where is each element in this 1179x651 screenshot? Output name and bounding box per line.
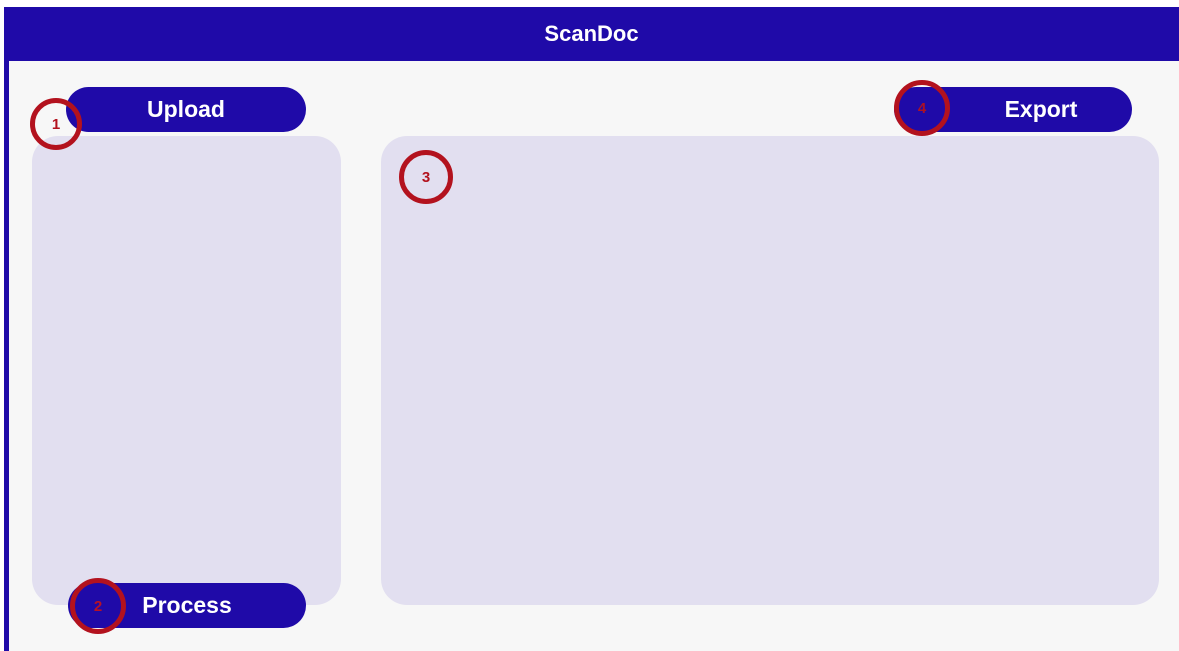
annotation-marker-2: 2	[70, 578, 126, 634]
export-button-label: Export	[1004, 96, 1078, 122]
title-bar: ScanDoc	[4, 7, 1179, 61]
annotation-marker-1-label: 1	[51, 115, 61, 133]
annotation-marker-4: 4	[894, 80, 950, 136]
annotation-marker-1: 1	[30, 98, 82, 150]
upload-button[interactable]: Upload	[66, 87, 306, 132]
annotation-marker-2-label: 2	[93, 597, 103, 615]
document-preview-panel[interactable]	[381, 136, 1159, 605]
annotation-marker-4-label: 4	[917, 99, 927, 117]
document-list-panel[interactable]	[32, 136, 341, 605]
annotation-marker-3-label: 3	[421, 168, 431, 186]
upload-button-label: Upload	[147, 96, 225, 122]
app-title: ScanDoc	[544, 21, 639, 46]
process-button-label: Process	[142, 592, 232, 618]
annotation-marker-3: 3	[399, 150, 453, 204]
